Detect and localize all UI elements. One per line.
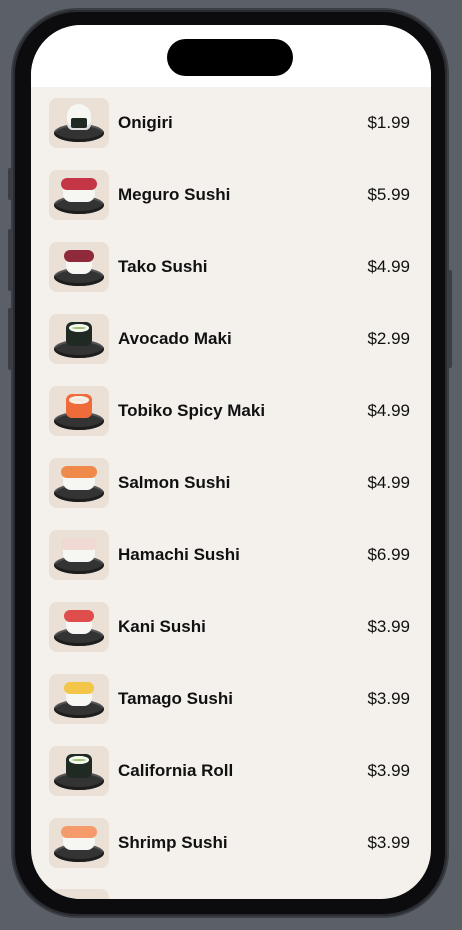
item-name: California Roll — [118, 761, 234, 780]
volume-up-button — [8, 229, 13, 291]
list-item[interactable]: Salmon Sushi $4.99 — [31, 447, 431, 519]
item-price: $1.99 — [367, 113, 410, 132]
list-item[interactable]: Kani Sushi $3.99 — [31, 591, 431, 663]
screen: Onigiri $1.99 Meguro Sushi $5.99 Tako Su… — [31, 25, 431, 899]
menu-list[interactable]: Onigiri $1.99 Meguro Sushi $5.99 Tako Su… — [31, 87, 431, 879]
onigiri-icon — [49, 98, 109, 148]
item-name: Onigiri — [118, 113, 173, 132]
volume-down-button — [8, 308, 13, 370]
item-name: Kani Sushi — [118, 617, 206, 636]
item-price: $2.99 — [367, 329, 410, 348]
partial-thumbnail — [49, 889, 109, 899]
item-price: $6.99 — [367, 545, 410, 564]
list-item[interactable]: Tobiko Spicy Maki $4.99 — [31, 375, 431, 447]
tamago-sushi-icon — [49, 674, 109, 724]
item-name: Avocado Maki — [118, 329, 232, 348]
item-name: Shrimp Sushi — [118, 833, 228, 852]
list-item[interactable]: Meguro Sushi $5.99 — [31, 159, 431, 231]
list-item[interactable]: Tamago Sushi $3.99 — [31, 663, 431, 735]
shrimp-sushi-icon — [49, 818, 109, 868]
list-item[interactable]: Avocado Maki $2.99 — [31, 303, 431, 375]
item-name: Tobiko Spicy Maki — [118, 401, 266, 420]
list-item[interactable]: Shrimp Sushi $3.99 — [31, 807, 431, 879]
item-name: Tako Sushi — [118, 257, 208, 276]
salmon-sushi-icon — [49, 458, 109, 508]
list-item[interactable]: Tako Sushi $4.99 — [31, 231, 431, 303]
tobiko-spicy-maki-icon — [49, 386, 109, 436]
item-price: $3.99 — [367, 617, 410, 636]
list-item[interactable]: Onigiri $1.99 — [31, 87, 431, 159]
item-name: Salmon Sushi — [118, 473, 231, 492]
item-price: $3.99 — [367, 833, 410, 852]
item-price: $4.99 — [367, 257, 410, 276]
item-price: $4.99 — [367, 473, 410, 492]
tako-sushi-icon — [49, 242, 109, 292]
item-price: $3.99 — [367, 761, 410, 780]
item-name: Tamago Sushi — [118, 689, 233, 708]
power-button — [447, 270, 452, 368]
list-item[interactable]: California Roll $3.99 — [31, 735, 431, 807]
item-name: Meguro Sushi — [118, 185, 231, 204]
meguro-sushi-icon — [49, 170, 109, 220]
item-price: $4.99 — [367, 401, 410, 420]
hamachi-sushi-icon — [49, 530, 109, 580]
avocado-maki-icon — [49, 314, 109, 364]
california-roll-icon — [49, 746, 109, 796]
dynamic-island — [167, 39, 293, 76]
kani-sushi-icon — [49, 602, 109, 652]
item-price: $3.99 — [367, 689, 410, 708]
item-name: Hamachi Sushi — [118, 545, 240, 564]
list-item[interactable]: Hamachi Sushi $6.99 — [31, 519, 431, 591]
action-button — [8, 168, 13, 200]
status-bar — [31, 25, 431, 87]
item-price: $5.99 — [367, 185, 410, 204]
